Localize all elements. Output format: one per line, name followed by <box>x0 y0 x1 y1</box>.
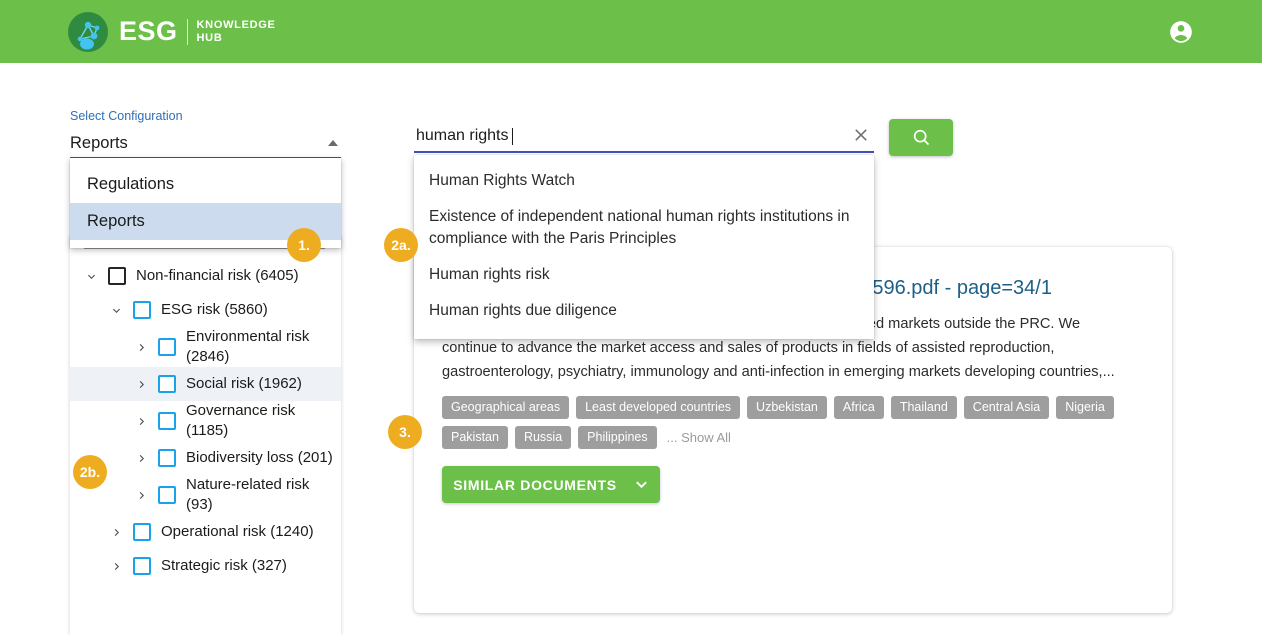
facet-checkbox[interactable] <box>158 449 176 467</box>
config-selected-value: Reports <box>70 134 128 153</box>
facet-checkbox[interactable] <box>158 375 176 393</box>
facet-item-nature-related-risk-93[interactable]: Nature-related risk (93) <box>70 475 341 515</box>
result-tag[interactable]: Philippines <box>578 426 656 449</box>
facet-item-label: Environmental risk (2846) <box>186 327 335 367</box>
search-button[interactable] <box>889 119 953 156</box>
suggestion-item[interactable]: Existence of independent national human … <box>414 199 874 257</box>
app-header: ESG KNOWLEDGE HUB <box>0 0 1262 63</box>
facet-item-governance-risk-1185[interactable]: Governance risk (1185) <box>70 401 341 441</box>
facet-checkbox[interactable] <box>133 301 151 319</box>
suggestion-item[interactable]: Human Rights Watch <box>414 163 874 199</box>
similar-documents-label: SIMILAR DOCUMENTS <box>453 477 617 493</box>
show-all-tags-link[interactable]: ... Show All <box>667 430 731 445</box>
text-cursor <box>512 128 513 145</box>
facet-item-label: Biodiversity loss (201) <box>186 448 333 468</box>
annotation-badge-2b: 2b. <box>73 455 107 489</box>
facet-item-label: Operational risk (1240) <box>161 522 314 542</box>
result-tag[interactable]: Geographical areas <box>442 396 569 419</box>
result-tag[interactable]: Least developed countries <box>576 396 740 419</box>
facet-item-label: Social risk (1962) <box>186 374 302 394</box>
config-option-regulations[interactable]: Regulations <box>70 166 341 203</box>
brand-divider <box>187 19 188 45</box>
annotation-badge-3: 3. <box>388 415 422 449</box>
result-tag[interactable]: Pakistan <box>442 426 508 449</box>
facet-checkbox[interactable] <box>158 338 176 356</box>
search-area: human rights Human Rights Watch Existenc… <box>414 121 874 153</box>
facet-item-label: Nature-related risk (93) <box>186 475 335 515</box>
search-input-wrapper[interactable]: human rights <box>414 121 874 153</box>
facet-item-non-financial-risk-6405[interactable]: Non-financial risk (6405) <box>70 259 341 293</box>
search-suggestions-menu: Human Rights Watch Existence of independ… <box>414 155 874 339</box>
result-tag[interactable]: Thailand <box>891 396 957 419</box>
similar-documents-button[interactable]: SIMILAR DOCUMENTS <box>442 466 660 503</box>
facet-checkbox[interactable] <box>108 267 126 285</box>
esg-network-logo-icon <box>68 12 108 52</box>
chevron-down-icon[interactable] <box>80 265 102 287</box>
search-input-value: human rights <box>414 127 509 145</box>
brand-tagline: KNOWLEDGE HUB <box>197 19 276 45</box>
facet-item-strategic-risk-327[interactable]: Strategic risk (327) <box>70 549 341 583</box>
facet-filter-panel: Non-financial risk (6405) ESG risk (5860)… <box>70 235 341 635</box>
facet-item-social-risk-1962[interactable]: Social risk (1962) <box>70 367 341 401</box>
facet-item-environmental-risk-2846[interactable]: Environmental risk (2846) <box>70 327 341 367</box>
caret-up-icon <box>328 140 338 146</box>
brand-logo[interactable]: ESG KNOWLEDGE HUB <box>68 12 276 52</box>
config-select-field[interactable]: Reports <box>70 129 341 159</box>
result-tag[interactable]: Africa <box>834 396 884 419</box>
facet-item-biodiversity-loss-201[interactable]: Biodiversity loss (201) <box>70 441 341 475</box>
account-circle-icon[interactable] <box>1168 19 1194 45</box>
result-tag[interactable]: Uzbekistan <box>747 396 827 419</box>
result-tag[interactable]: Central Asia <box>964 396 1049 419</box>
facet-tree: Non-financial risk (6405) ESG risk (5860)… <box>70 249 341 583</box>
facet-item-label: Strategic risk (327) <box>161 556 287 576</box>
chevron-right-icon[interactable] <box>130 410 152 432</box>
chevron-down-icon[interactable] <box>105 299 127 321</box>
annotation-badge-1: 1. <box>287 228 321 262</box>
facet-item-operational-risk-1240[interactable]: Operational risk (1240) <box>70 515 341 549</box>
facet-item-label: Governance risk (1185) <box>186 401 335 441</box>
chevron-right-icon[interactable] <box>130 373 152 395</box>
suggestion-item[interactable]: Human rights due diligence <box>414 293 874 329</box>
result-tag-list: Geographical areas Least developed countr… <box>442 396 1144 449</box>
config-label: Select Configuration <box>70 109 341 123</box>
configuration-selector: Select Configuration Reports Regulations… <box>70 109 341 159</box>
facet-checkbox[interactable] <box>133 523 151 541</box>
result-tag[interactable]: Russia <box>515 426 571 449</box>
facet-item-esg-risk-5860[interactable]: ESG risk (5860) <box>70 293 341 327</box>
suggestion-item[interactable]: Human rights risk <box>414 257 874 293</box>
facet-checkbox[interactable] <box>133 557 151 575</box>
chevron-right-icon[interactable] <box>105 555 127 577</box>
facet-checkbox[interactable] <box>158 412 176 430</box>
brand-name: ESG <box>119 16 178 47</box>
chevron-right-icon[interactable] <box>130 484 152 506</box>
facet-checkbox[interactable] <box>158 486 176 504</box>
close-icon[interactable] <box>851 125 871 145</box>
annotation-badge-2a: 2a. <box>384 228 418 262</box>
chevron-right-icon[interactable] <box>130 447 152 469</box>
facet-item-label: ESG risk (5860) <box>161 300 268 320</box>
chevron-right-icon[interactable] <box>105 521 127 543</box>
chevron-down-icon <box>634 477 649 492</box>
facet-item-label: Non-financial risk (6405) <box>136 266 299 286</box>
chevron-right-icon[interactable] <box>130 336 152 358</box>
page-body: Select Configuration Reports Regulations… <box>0 63 1262 627</box>
search-icon <box>911 127 932 148</box>
result-tag[interactable]: Nigeria <box>1056 396 1114 419</box>
